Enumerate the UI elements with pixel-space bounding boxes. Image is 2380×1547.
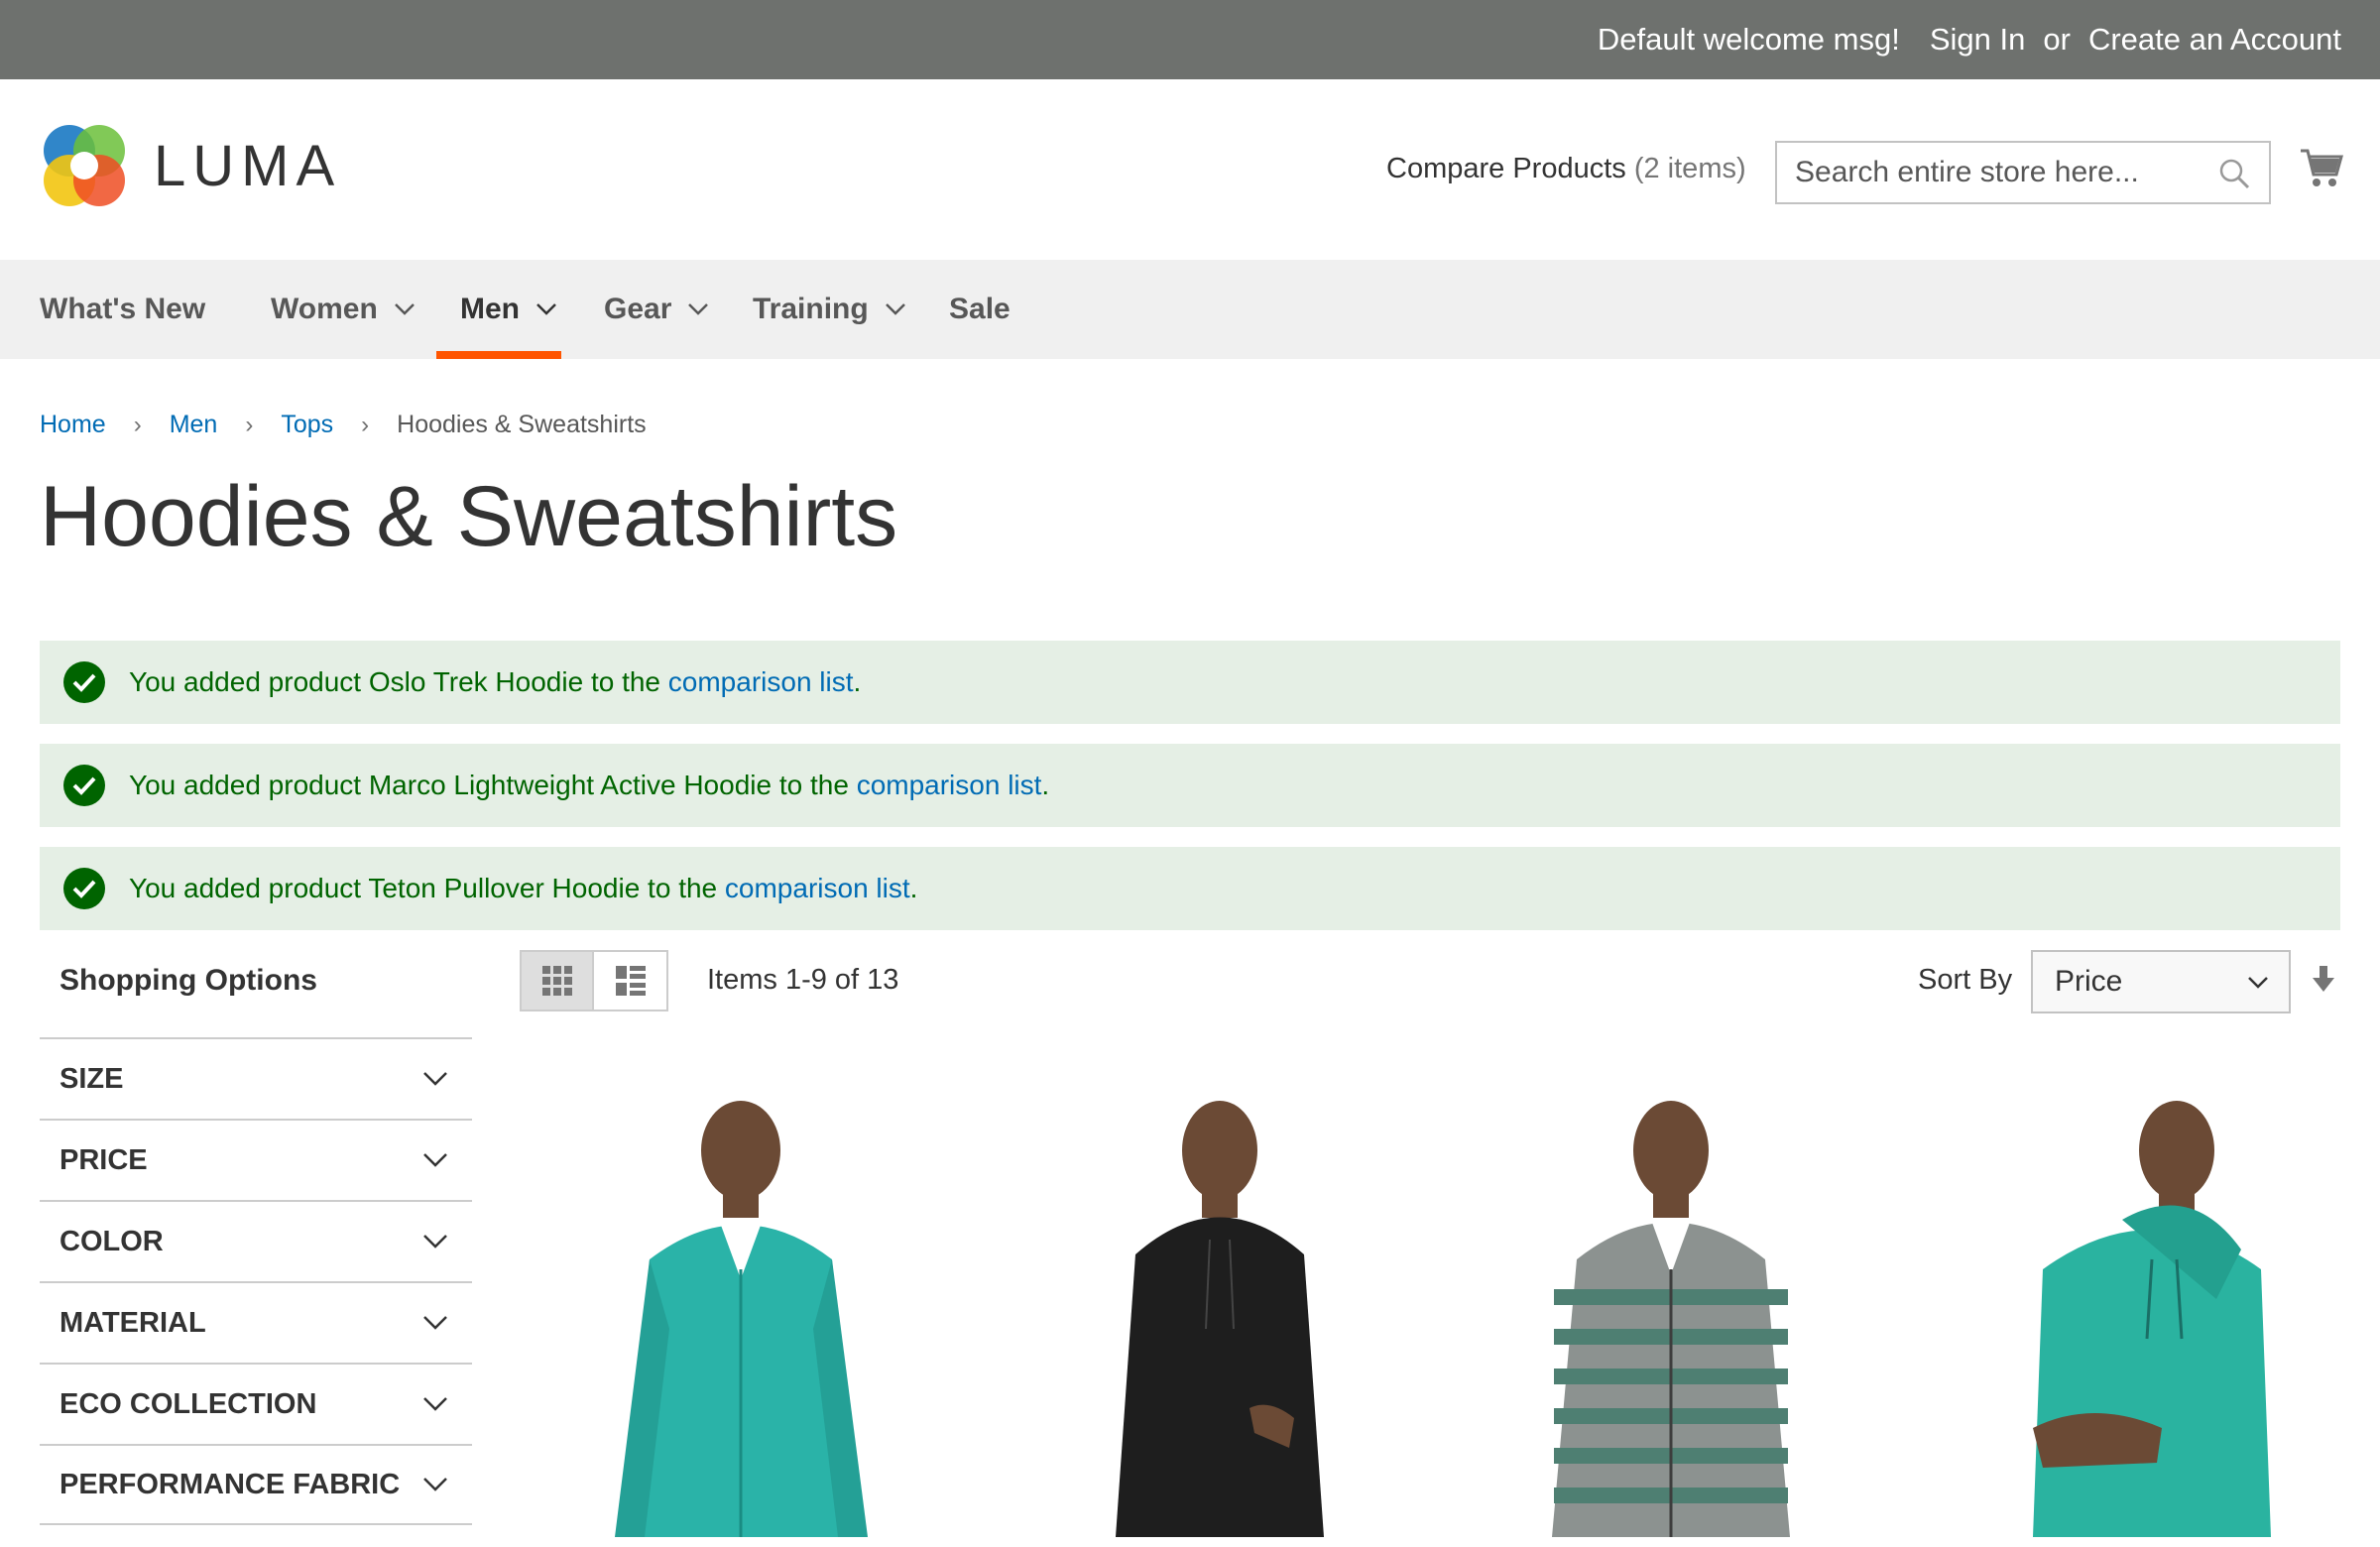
sort-by-label: Sort By: [1918, 964, 2013, 996]
product-image[interactable]: [1012, 1071, 1428, 1547]
check-circle-icon: [63, 765, 105, 806]
product-image[interactable]: [1973, 1071, 2380, 1547]
nav-item-sale[interactable]: Sale: [949, 260, 1011, 359]
filter-eco-collection[interactable]: ECO COLLECTION: [40, 1363, 472, 1444]
breadcrumb-tops[interactable]: Tops: [281, 411, 333, 439]
or-separator: or: [2043, 22, 2071, 57]
success-message: You added product Marco Lightweight Acti…: [40, 744, 2340, 827]
nav-item-gear[interactable]: Gear: [604, 260, 709, 359]
check-circle-icon: [63, 661, 105, 703]
message-suffix: .: [1041, 770, 1050, 800]
filter-label: SIZE: [60, 1062, 124, 1095]
chevron-down-icon: [423, 1153, 447, 1167]
nav-label: Gear: [604, 293, 672, 325]
search-icon[interactable]: [2217, 157, 2251, 190]
active-nav-indicator: [436, 351, 561, 359]
filter-label: MATERIAL: [60, 1306, 206, 1339]
chevron-down-icon: [423, 1316, 447, 1330]
list-mode-button[interactable]: [594, 952, 666, 1010]
grey-striped-hoodie-image: [1552, 1101, 1790, 1537]
chevron-down-icon: [688, 303, 709, 315]
breadcrumb-current: Hoodies & Sweatshirts: [397, 411, 647, 438]
chevron-down-icon: [423, 1478, 447, 1491]
filter-label: COLOR: [60, 1225, 164, 1257]
filter-label: PRICE: [60, 1143, 148, 1176]
nav-label: Training: [753, 293, 869, 325]
filter-label: ECO COLLECTION: [60, 1387, 317, 1420]
header-links: Default welcome msg! Sign In or Create a…: [1598, 0, 2341, 79]
chevron-right-icon: ›: [133, 411, 142, 438]
chevron-down-icon: [423, 1397, 447, 1411]
luma-logo-icon[interactable]: [40, 121, 129, 210]
header-panel: Default welcome msg! Sign In or Create a…: [0, 0, 2380, 79]
main-navigation: What's New Women Men Gear Training Sale: [0, 260, 2380, 359]
nav-label: Women: [271, 293, 378, 325]
breadcrumb-men[interactable]: Men: [170, 411, 218, 439]
sort-direction-arrow-icon[interactable]: [2311, 964, 2336, 994]
nav-label: Men: [460, 293, 520, 325]
chevron-down-icon: [885, 303, 905, 315]
cart-icon[interactable]: [2299, 145, 2344, 190]
breadcrumb: Home › Men › Tops › Hoodies & Sweatshirt…: [40, 411, 647, 439]
filter-list: SIZE PRICE COLOR MATERIAL ECO COLLECTION…: [40, 1037, 472, 1525]
filter-material[interactable]: MATERIAL: [40, 1281, 472, 1363]
nav-item-men[interactable]: Men: [460, 260, 557, 359]
compare-label: Compare Products: [1386, 153, 1626, 184]
nav-label: Sale: [949, 293, 1011, 325]
check-circle-icon: [63, 868, 105, 909]
chevron-down-icon: [423, 1072, 447, 1086]
view-mode-switcher: [520, 950, 668, 1012]
filter-performance-fabric[interactable]: PERFORMANCE FABRIC: [40, 1444, 472, 1525]
sort-value: Price: [2055, 965, 2123, 998]
search-input[interactable]: [1777, 143, 2194, 202]
comparison-list-link[interactable]: comparison list: [857, 770, 1042, 800]
chevron-down-icon: [536, 303, 556, 315]
chevron-right-icon: ›: [361, 411, 370, 438]
list-icon: [615, 966, 646, 996]
sign-in-link[interactable]: Sign In: [1930, 22, 2026, 57]
toolbar-amount: Items 1-9 of 13: [707, 964, 899, 996]
filter-size[interactable]: SIZE: [40, 1037, 472, 1119]
comparison-list-link[interactable]: comparison list: [725, 873, 910, 903]
success-message: You added product Oslo Trek Hoodie to th…: [40, 641, 2340, 724]
compare-products-link[interactable]: Compare Products (2 items): [1386, 153, 1746, 185]
filter-price[interactable]: PRICE: [40, 1119, 472, 1200]
filter-label: PERFORMANCE FABRIC: [60, 1468, 401, 1500]
sort-by-select[interactable]: Price: [2031, 950, 2291, 1013]
grid-mode-button[interactable]: [522, 952, 594, 1010]
brand-name[interactable]: LUMA: [154, 133, 341, 199]
message-text: You added product Marco Lightweight Acti…: [129, 770, 857, 800]
message-suffix: .: [909, 873, 918, 903]
product-image[interactable]: [1492, 1071, 1909, 1547]
black-hoodie-image: [1116, 1101, 1324, 1537]
product-image[interactable]: [531, 1071, 947, 1547]
message-text: You added product Teton Pullover Hoodie …: [129, 873, 725, 903]
chevron-right-icon: ›: [245, 411, 254, 438]
message-suffix: .: [853, 666, 862, 697]
create-account-link[interactable]: Create an Account: [2088, 22, 2341, 57]
nav-item-whats-new[interactable]: What's New: [40, 260, 205, 359]
nav-item-training[interactable]: Training: [753, 260, 906, 359]
welcome-message: Default welcome msg!: [1597, 22, 1900, 57]
grid-icon: [541, 966, 572, 996]
nav-label: What's New: [40, 293, 206, 325]
search-box: [1775, 141, 2271, 204]
success-message: You added product Teton Pullover Hoodie …: [40, 847, 2340, 930]
shopping-options-title: Shopping Options: [60, 964, 317, 997]
chevron-down-icon: [423, 1235, 447, 1249]
chevron-down-icon: [394, 303, 415, 315]
compare-count: (2 items): [1633, 153, 1746, 184]
teal-zip-hoodie-image: [615, 1101, 868, 1537]
page-title: Hoodies & Sweatshirts: [40, 469, 898, 564]
message-text: You added product Oslo Trek Hoodie to th…: [129, 666, 668, 697]
filter-color[interactable]: COLOR: [40, 1200, 472, 1281]
nav-item-women[interactable]: Women: [271, 260, 416, 359]
chevron-down-icon: [2248, 977, 2268, 989]
breadcrumb-home[interactable]: Home: [40, 411, 106, 439]
comparison-list-link[interactable]: comparison list: [668, 666, 854, 697]
teal-pullover-hoodie-image: [2033, 1101, 2271, 1537]
